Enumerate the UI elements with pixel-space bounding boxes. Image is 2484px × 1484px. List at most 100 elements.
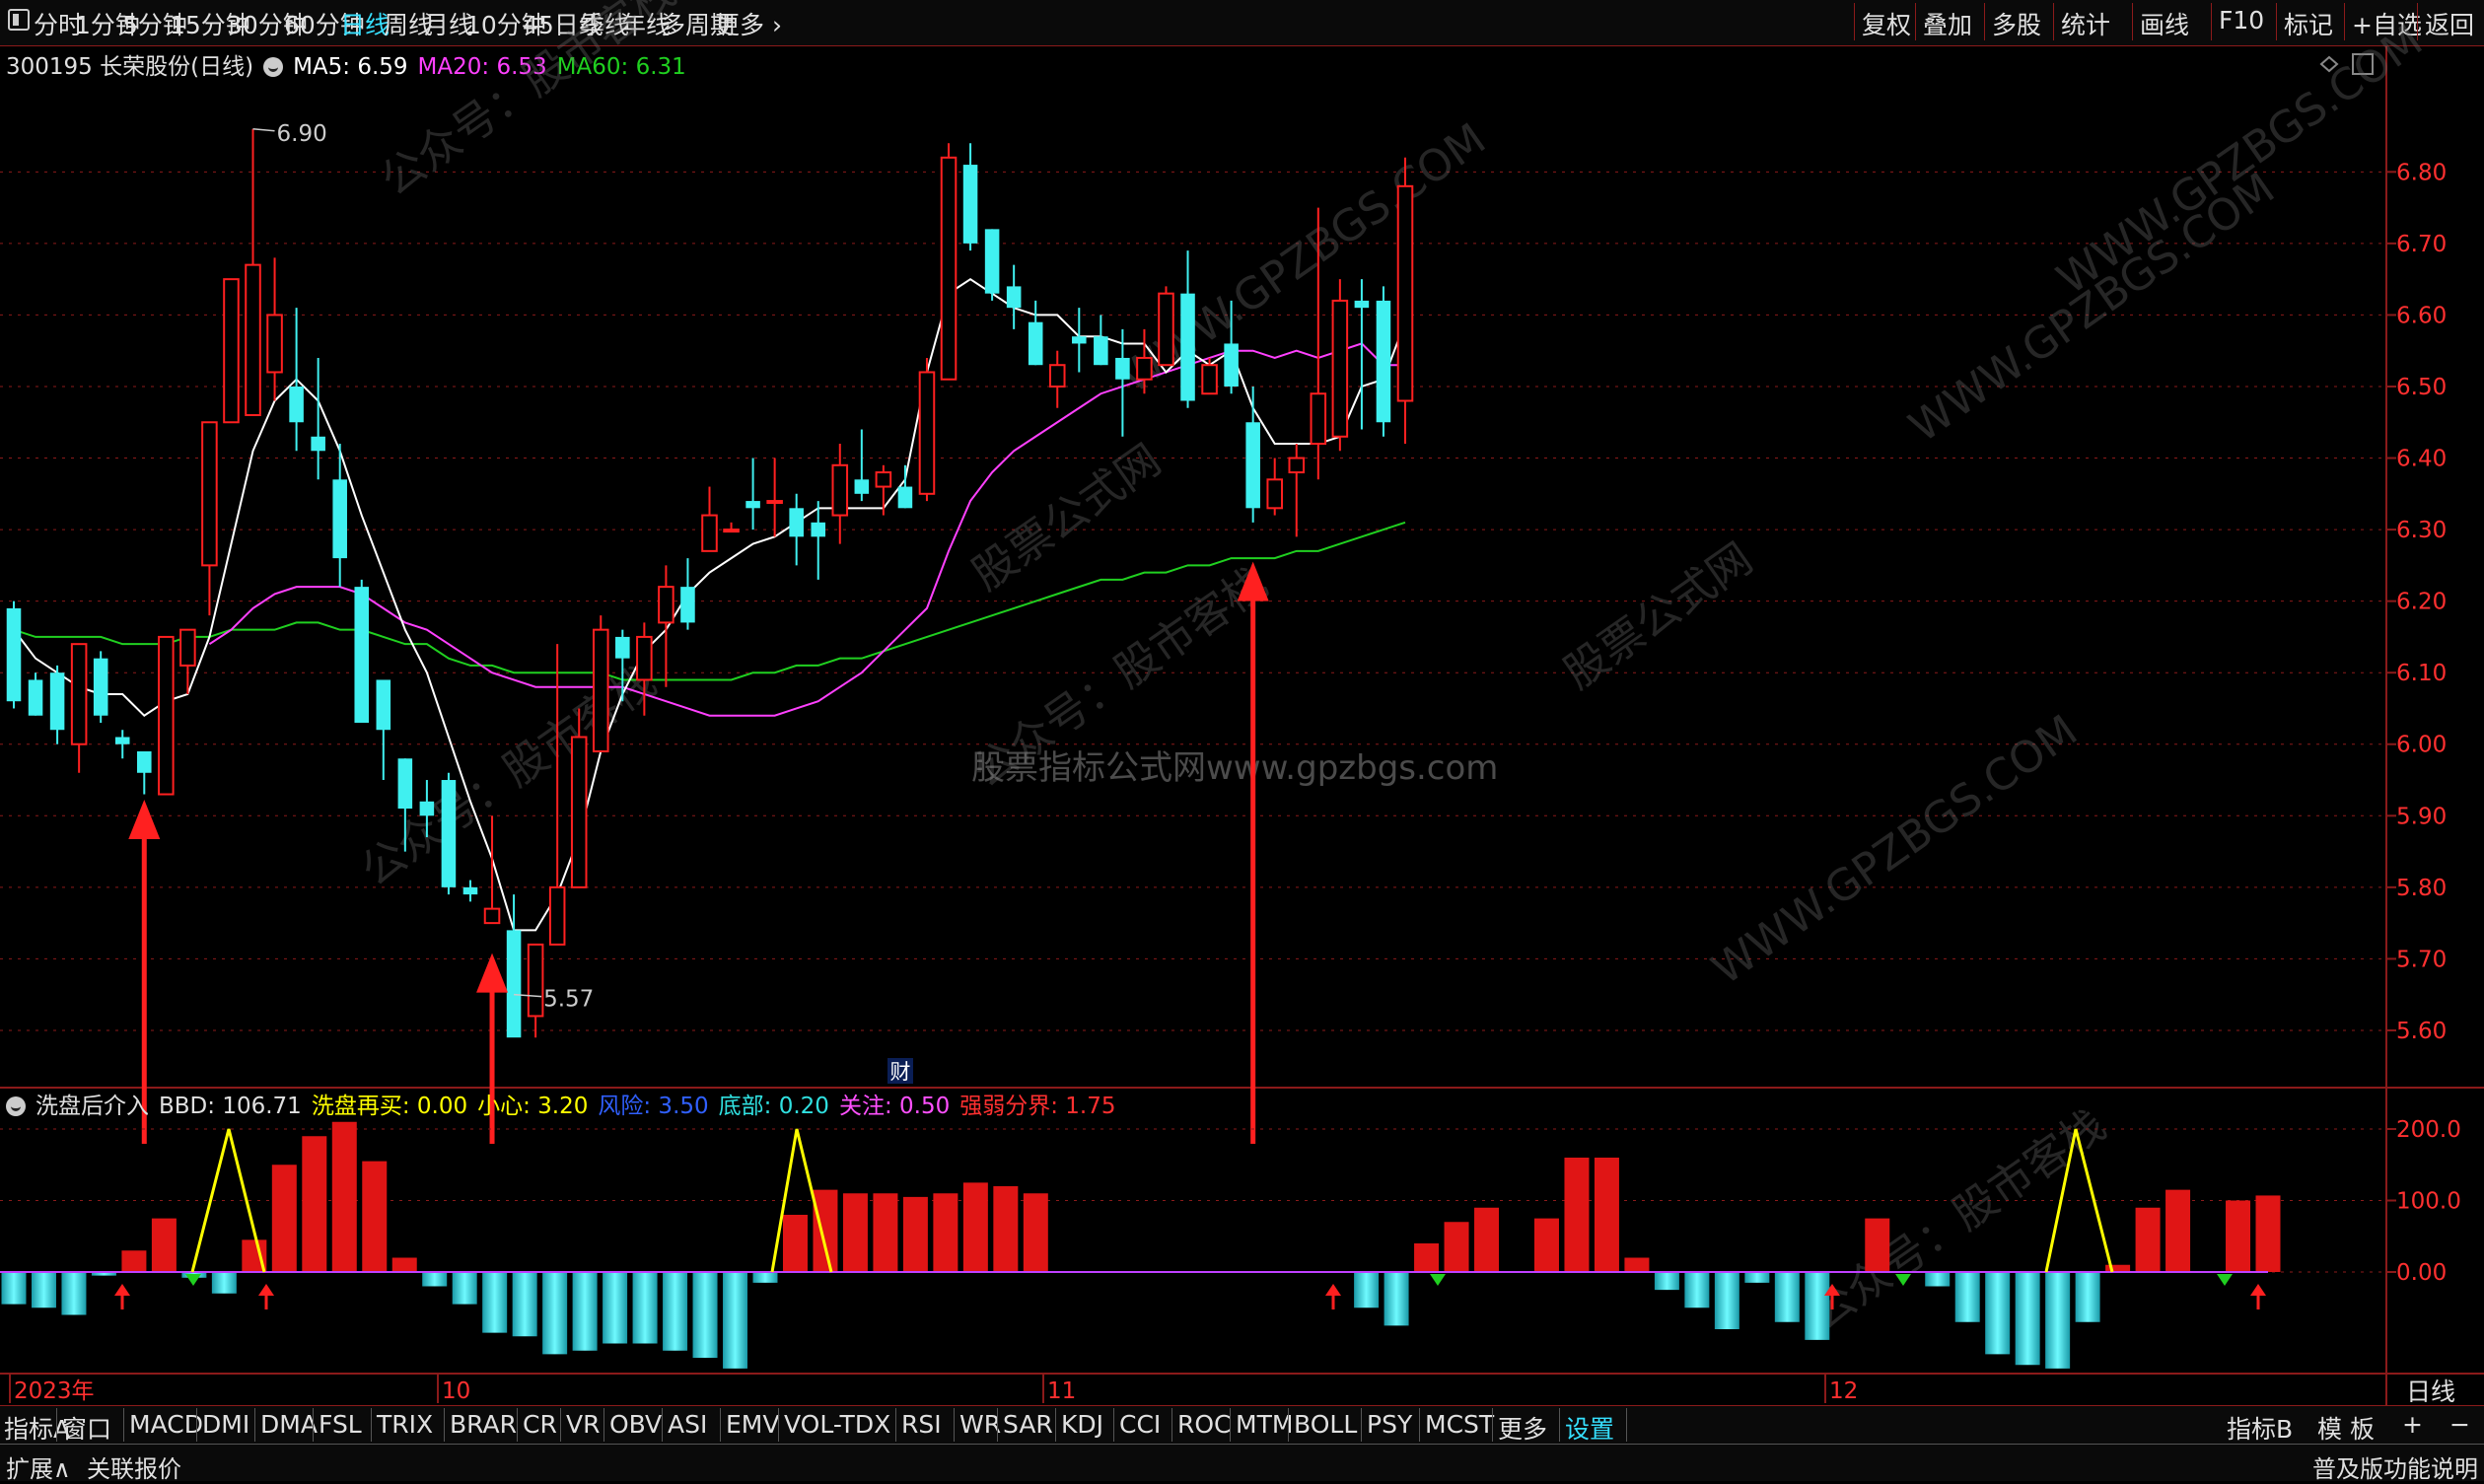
candle-down: [462, 886, 478, 895]
tab-11[interactable]: ASI: [668, 1410, 707, 1439]
bbd-bar-up: [2135, 1207, 2161, 1272]
tab-3[interactable]: DMI: [202, 1410, 249, 1439]
toolbar-item-3[interactable]: 统计: [2061, 6, 2110, 41]
y-tick-label: 6.80: [2396, 160, 2447, 185]
tab-2[interactable]: MACD: [129, 1410, 203, 1439]
bbd-bar-down: [1684, 1272, 1710, 1308]
up-signal-head: [114, 1284, 130, 1296]
watermark-text: WWW.GPZBGS.COM: [1703, 705, 2087, 995]
bbd-bar-down: [632, 1272, 658, 1344]
toolbar-separator: [2132, 3, 2133, 40]
candle-down: [93, 658, 108, 716]
watermark-text: 股票公式网: [963, 435, 1170, 601]
y-tick-label: 5.70: [2396, 947, 2447, 972]
bbd-bar-down: [663, 1272, 688, 1351]
tab-4[interactable]: DMA: [260, 1410, 318, 1439]
toolbar-item-0[interactable]: 复权: [1862, 6, 1911, 41]
tab-17[interactable]: KDJ: [1061, 1410, 1103, 1439]
visibility-icon[interactable]: [263, 57, 284, 77]
tab-13[interactable]: VOL-TDX: [784, 1410, 890, 1439]
toolbar-item-4[interactable]: 画线: [2140, 6, 2189, 41]
visibility-icon[interactable]: [6, 1096, 26, 1116]
candle-up: [266, 314, 283, 374]
tab-16[interactable]: SAR: [1003, 1410, 1053, 1439]
bbd-bar-down: [1, 1272, 27, 1305]
tab-23[interactable]: MCST: [1425, 1410, 1494, 1439]
toolbar-item-7[interactable]: +自选: [2352, 6, 2422, 41]
price-header: 300195 长荣股份(日线) MA5: 6.59 MA20: 6.53 MA60: …: [6, 47, 696, 81]
candle-up: [1158, 292, 1174, 367]
tab-separator: [1559, 1408, 1560, 1442]
candle-up: [1310, 392, 1327, 446]
related-quote-button[interactable]: 关联报价: [87, 1449, 181, 1484]
bbd-bar-up: [242, 1239, 267, 1272]
help-link[interactable]: 普及版功能说明: [2312, 1449, 2478, 1484]
menu-icon[interactable]: [8, 9, 30, 31]
peak-signal: [190, 1128, 266, 1273]
toolbar-item-2[interactable]: 多股: [1992, 6, 2041, 41]
bbd-bar-up: [813, 1189, 838, 1272]
toolbar-item-6[interactable]: 标记: [2284, 6, 2333, 41]
toolbar-item-8[interactable]: 返回: [2425, 6, 2474, 41]
status-bar: 扩展∧ 关联报价 普及版功能说明: [0, 1444, 2484, 1484]
high-label: 6.90: [277, 121, 327, 147]
candle-down: [419, 801, 435, 816]
period-14[interactable]: 更多 ›: [715, 6, 782, 41]
tab-separator: [56, 1408, 57, 1442]
tab-10[interactable]: OBV: [609, 1410, 662, 1439]
tab-24[interactable]: 更多: [1498, 1410, 1547, 1446]
tab-12[interactable]: EMV: [726, 1410, 779, 1439]
toolbar-item-5[interactable]: F10: [2219, 6, 2264, 35]
tab-14[interactable]: RSI: [901, 1410, 942, 1439]
tab-right-1[interactable]: 模 板: [2317, 1410, 2375, 1446]
tab-6[interactable]: TRIX: [377, 1410, 433, 1439]
tab-separator: [662, 1408, 663, 1442]
tab-separator: [1171, 1408, 1172, 1442]
toolbar-separator: [2276, 3, 2277, 40]
tab-22[interactable]: PSY: [1367, 1410, 1412, 1439]
period-6[interactable]: 日线: [340, 6, 390, 41]
toolbar-item-1[interactable]: 叠加: [1923, 6, 1972, 41]
tab-right-3[interactable]: −: [2449, 1410, 2470, 1439]
tab-1[interactable]: 窗口: [62, 1410, 111, 1446]
candle-up: [918, 371, 936, 495]
indicator-value-6: 强弱分界: 1.75: [959, 1094, 1116, 1119]
y-tick-label: 5.90: [2396, 804, 2447, 829]
tab-8[interactable]: CR: [523, 1410, 557, 1439]
candle-up: [723, 529, 740, 533]
tab-separator: [371, 1408, 372, 1442]
candle-down: [1006, 286, 1022, 309]
candle-down: [1072, 336, 1087, 344]
tab-15[interactable]: WR: [959, 1410, 1001, 1439]
tab-18[interactable]: CCI: [1119, 1410, 1161, 1439]
watermark-center: 股票指标公式网www.gpzbgs.com: [971, 748, 1498, 788]
tab-25[interactable]: 设置: [1565, 1410, 1614, 1446]
price-chart[interactable]: 5.60 5.70 5.80 5.90 6.00 6.10 6.20 6.30 6.40 6.50…: [0, 0, 2484, 1480]
period-label: 日线: [2406, 1378, 2455, 1406]
bbd-bar-down: [2075, 1272, 2100, 1322]
up-signal-head: [2250, 1284, 2266, 1296]
tab-right-0[interactable]: 指标B: [2227, 1410, 2293, 1446]
tab-0[interactable]: 指标A: [4, 1410, 70, 1446]
tab-7[interactable]: BRAR: [450, 1410, 517, 1439]
candle-down: [962, 165, 978, 244]
indicator-value-3: 风险: 3.50: [598, 1094, 709, 1119]
tab-20[interactable]: MTM: [1236, 1410, 1293, 1439]
tab-19[interactable]: ROC: [1177, 1410, 1232, 1439]
candle-up: [245, 263, 261, 417]
y-tick-label: 6.70: [2396, 232, 2447, 257]
low-label: 5.57: [543, 987, 594, 1013]
tab-right-2[interactable]: +: [2402, 1410, 2423, 1439]
tab-5[interactable]: FSL: [319, 1410, 362, 1439]
candle-up: [940, 156, 958, 381]
candle-down: [984, 229, 1000, 294]
tab-9[interactable]: VR: [566, 1410, 600, 1439]
toolbar-separator: [2344, 3, 2345, 40]
tab-separator: [313, 1408, 314, 1442]
bbd-bar-up: [962, 1182, 988, 1272]
expand-button[interactable]: 扩展∧: [6, 1449, 71, 1484]
toolbar-separator: [2211, 3, 2212, 40]
tab-21[interactable]: BOLL: [1294, 1410, 1357, 1439]
toolbar-separator: [1984, 3, 1985, 40]
candle-down: [506, 930, 522, 1038]
